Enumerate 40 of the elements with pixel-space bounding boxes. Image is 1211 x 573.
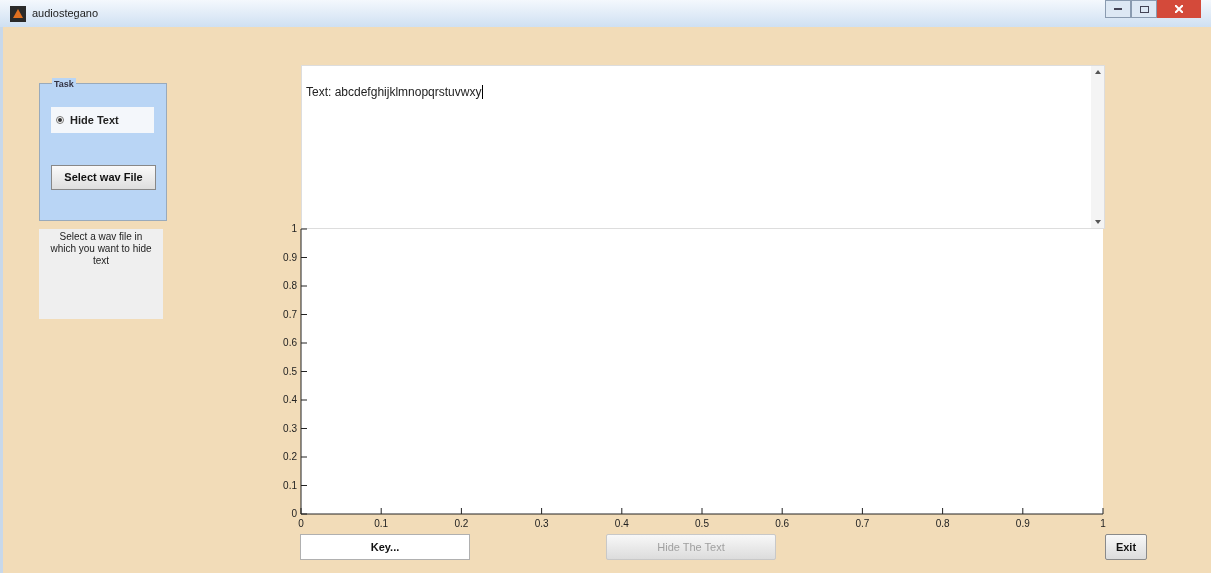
x-tick-label: 0.3 [534,518,549,529]
y-tick-label: 0.7 [283,308,297,320]
x-tick-label: 0.7 [855,518,870,529]
hint-text: Select a wav file in which you want to hide text [49,231,153,267]
x-tick-label: 0.1 [374,518,389,529]
x-tick-label: 0.4 [614,518,629,529]
app-icon [10,5,26,22]
maximize-icon [1139,5,1149,13]
scrollbar[interactable] [1091,66,1104,228]
maximize-button[interactable] [1131,0,1157,18]
radio-option[interactable]: Hide Text [51,107,154,133]
x-tick-label: 0.6 [775,518,790,529]
y-tick-label: 0.2 [283,451,297,462]
x-tick-label: 0.9 [1015,518,1030,529]
y-tick-label: 0.6 [283,337,297,348]
text-value: Text: abcdefghijklmnopqrstuvwxy [306,85,484,99]
select-file-button[interactable]: Select wav File [51,165,156,190]
y-tick-label: 0.1 [283,479,297,491]
text-area[interactable]: Text: abcdefghijklmnopqrstuvwxy [301,65,1105,229]
x-tick-label: 0.8 [935,518,950,529]
y-tick-label: 1 [291,223,297,234]
y-tick-label: 0.3 [283,422,297,434]
x-tick-label: 0.2 [454,518,469,529]
y-tick-label: 0 [291,508,297,519]
push-button[interactable]: Exit [1105,534,1147,560]
y-tick-label: 0.8 [283,280,297,291]
minimize-icon [1114,8,1122,10]
window-title: audiostegano [32,6,99,22]
y-tick-label: 0.4 [283,394,297,405]
x-tick-label: 0 [298,518,304,529]
x-tick-label: 0.5 [695,518,709,529]
key-field-button[interactable]: Key... [300,534,470,560]
close-icon [1175,5,1183,13]
y-tick-label: 0.9 [283,251,297,263]
y-tick-label: 0.5 [283,365,297,377]
x-tick-label: 1 [1100,518,1106,529]
scroll-down-icon[interactable] [1094,220,1101,224]
scroll-up-icon[interactable] [1094,70,1101,74]
close-button[interactable] [1157,0,1201,18]
minimize-button[interactable] [1105,0,1131,18]
